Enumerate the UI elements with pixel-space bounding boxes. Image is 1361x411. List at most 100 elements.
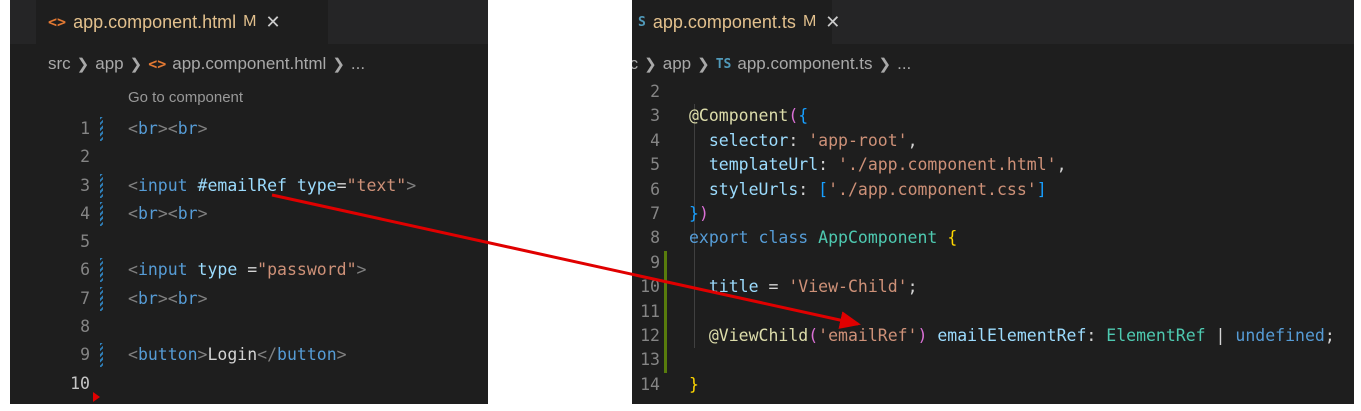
- code-line[interactable]: 5 templateUrl: './app.component.html',: [632, 153, 1354, 177]
- code-line[interactable]: 1 <br><br>: [10, 115, 488, 143]
- breadcrumb-item-app[interactable]: app: [663, 54, 691, 74]
- line-number[interactable]: 3: [10, 172, 90, 200]
- line-number[interactable]: 6: [632, 178, 660, 202]
- code-token: >: [157, 203, 168, 223]
- line-number[interactable]: 7: [10, 285, 90, 313]
- code-line[interactable]: 3 <input #emailRef type="text">: [10, 172, 488, 200]
- breadcrumb-item-file[interactable]: app.component.ts: [737, 54, 872, 74]
- line-number[interactable]: 9: [10, 341, 90, 369]
- line-number[interactable]: 3: [632, 104, 660, 128]
- code-line[interactable]: 2: [632, 80, 1354, 104]
- git-modified-gutter[interactable]: [100, 117, 103, 141]
- code-line[interactable]: 14}: [632, 373, 1354, 397]
- breadcrumb-item-src[interactable]: src: [48, 54, 71, 74]
- line-number[interactable]: 4: [10, 200, 90, 228]
- git-modified-gutter[interactable]: [100, 286, 103, 311]
- git-added-gutter[interactable]: [664, 250, 667, 276]
- git-added-gutter[interactable]: [664, 348, 667, 374]
- line-number[interactable]: 2: [632, 80, 660, 104]
- code-line[interactable]: 13: [632, 348, 1354, 374]
- line-number[interactable]: 10: [10, 370, 90, 398]
- breadcrumb-item-more[interactable]: ...: [897, 54, 911, 74]
- breadcrumb-item-app[interactable]: app: [95, 54, 123, 74]
- codelens-go-to-component[interactable]: Go to component: [128, 89, 243, 106]
- code-token: title: [689, 277, 759, 297]
- code-token: (: [788, 106, 799, 126]
- line-number[interactable]: 7: [632, 202, 660, 226]
- close-icon[interactable]: ✕: [825, 12, 840, 33]
- code-line[interactable]: 11: [632, 299, 1354, 325]
- git-added-gutter[interactable]: [664, 299, 667, 325]
- tab-app-component-ts[interactable]: S app.component.ts M ✕: [632, 0, 840, 44]
- close-icon[interactable]: ✕: [266, 12, 281, 33]
- line-number[interactable]: 5: [10, 228, 90, 256]
- line-number[interactable]: 1: [10, 115, 90, 143]
- code-token: :: [818, 155, 839, 175]
- line-number[interactable]: 12: [632, 324, 660, 348]
- breadcrumb-item-more[interactable]: ...: [351, 54, 365, 74]
- chevron-right-icon: ❯: [129, 56, 143, 73]
- line-number[interactable]: 14: [632, 373, 660, 397]
- code-line[interactable]: 3 @Component({: [632, 104, 1354, 128]
- html-icon: <>: [48, 13, 67, 31]
- typescript-icon: S: [638, 14, 646, 30]
- code-token: =: [758, 277, 789, 297]
- code-line[interactable]: 4 <br><br>: [10, 200, 488, 228]
- code-line[interactable]: 7}): [632, 202, 1354, 226]
- git-modified-gutter[interactable]: [100, 201, 103, 226]
- code-token: >: [197, 119, 208, 138]
- breadcrumb-item-file[interactable]: app.component.html: [172, 54, 326, 74]
- git-added-gutter[interactable]: [664, 275, 667, 301]
- code-token: @ViewChild: [689, 325, 809, 345]
- code-line[interactable]: 8 export class AppComponent {: [632, 226, 1354, 250]
- code-token: <: [167, 203, 178, 223]
- code-token: =: [237, 260, 258, 280]
- line-number[interactable]: 10: [632, 275, 660, 299]
- code-line[interactable]: 5: [10, 228, 488, 256]
- code-token: ;: [1324, 325, 1335, 345]
- code-line[interactable]: 4 selector: 'app-root',: [632, 129, 1354, 153]
- line-number[interactable]: 9: [632, 251, 660, 275]
- breadcrumb-item-src[interactable]: rc: [632, 54, 638, 74]
- line-number[interactable]: 6: [10, 256, 90, 284]
- code-line[interactable]: 9: [632, 250, 1354, 276]
- line-number[interactable]: 13: [632, 348, 660, 372]
- code-token: type: [296, 175, 337, 195]
- code-token: ,: [907, 130, 918, 150]
- code-line[interactable]: 8: [10, 313, 488, 341]
- code-token: br: [177, 288, 198, 308]
- editor-tab-bar: <> app.component.html M ✕: [10, 0, 488, 44]
- git-added-gutter[interactable]: [664, 323, 667, 349]
- git-modified-gutter[interactable]: [100, 258, 103, 283]
- code-line[interactable]: 12 @ViewChild('emailRef') emailElementRe…: [632, 323, 1354, 349]
- code-line[interactable]: 6 <input type ="password">: [10, 256, 488, 284]
- tab-app-component-html[interactable]: <> app.component.html M ✕: [36, 0, 328, 44]
- git-modified-gutter[interactable]: [100, 173, 103, 198]
- code-line[interactable]: 10: [10, 370, 488, 398]
- line-number[interactable]: 2: [10, 143, 90, 171]
- code-line[interactable]: 10 title = 'View-Child';: [632, 275, 1354, 301]
- code-line[interactable]: 6 styleUrls: ['./app.component.css']: [632, 178, 1354, 202]
- chevron-right-icon: ❯: [697, 56, 710, 73]
- code-line[interactable]: 7 <br><br>: [10, 285, 488, 313]
- code-area[interactable]: 2 3 @Component({4 selector: 'app-root', 5 t…: [632, 80, 1354, 397]
- code-line[interactable]: 2: [10, 143, 488, 171]
- git-modified-gutter[interactable]: [100, 343, 103, 368]
- line-number[interactable]: 8: [10, 313, 90, 341]
- line-number[interactable]: 5: [632, 153, 660, 177]
- code-token: >: [157, 288, 168, 308]
- line-number[interactable]: 4: [632, 129, 660, 153]
- code-token: #emailRef: [197, 175, 287, 195]
- code-token: >: [197, 345, 208, 365]
- code-line[interactable]: 9 <button>Login</button>: [10, 341, 488, 369]
- code-token: type: [197, 260, 238, 280]
- line-number[interactable]: 8: [632, 226, 660, 250]
- code-token: >: [197, 288, 208, 308]
- code-token: button: [137, 345, 198, 365]
- line-number[interactable]: 11: [632, 300, 660, 324]
- code-area[interactable]: 1 <br><br> 2 3 <input #emailRef type="text">…: [10, 115, 488, 398]
- code-token: 'emailRef': [818, 325, 918, 345]
